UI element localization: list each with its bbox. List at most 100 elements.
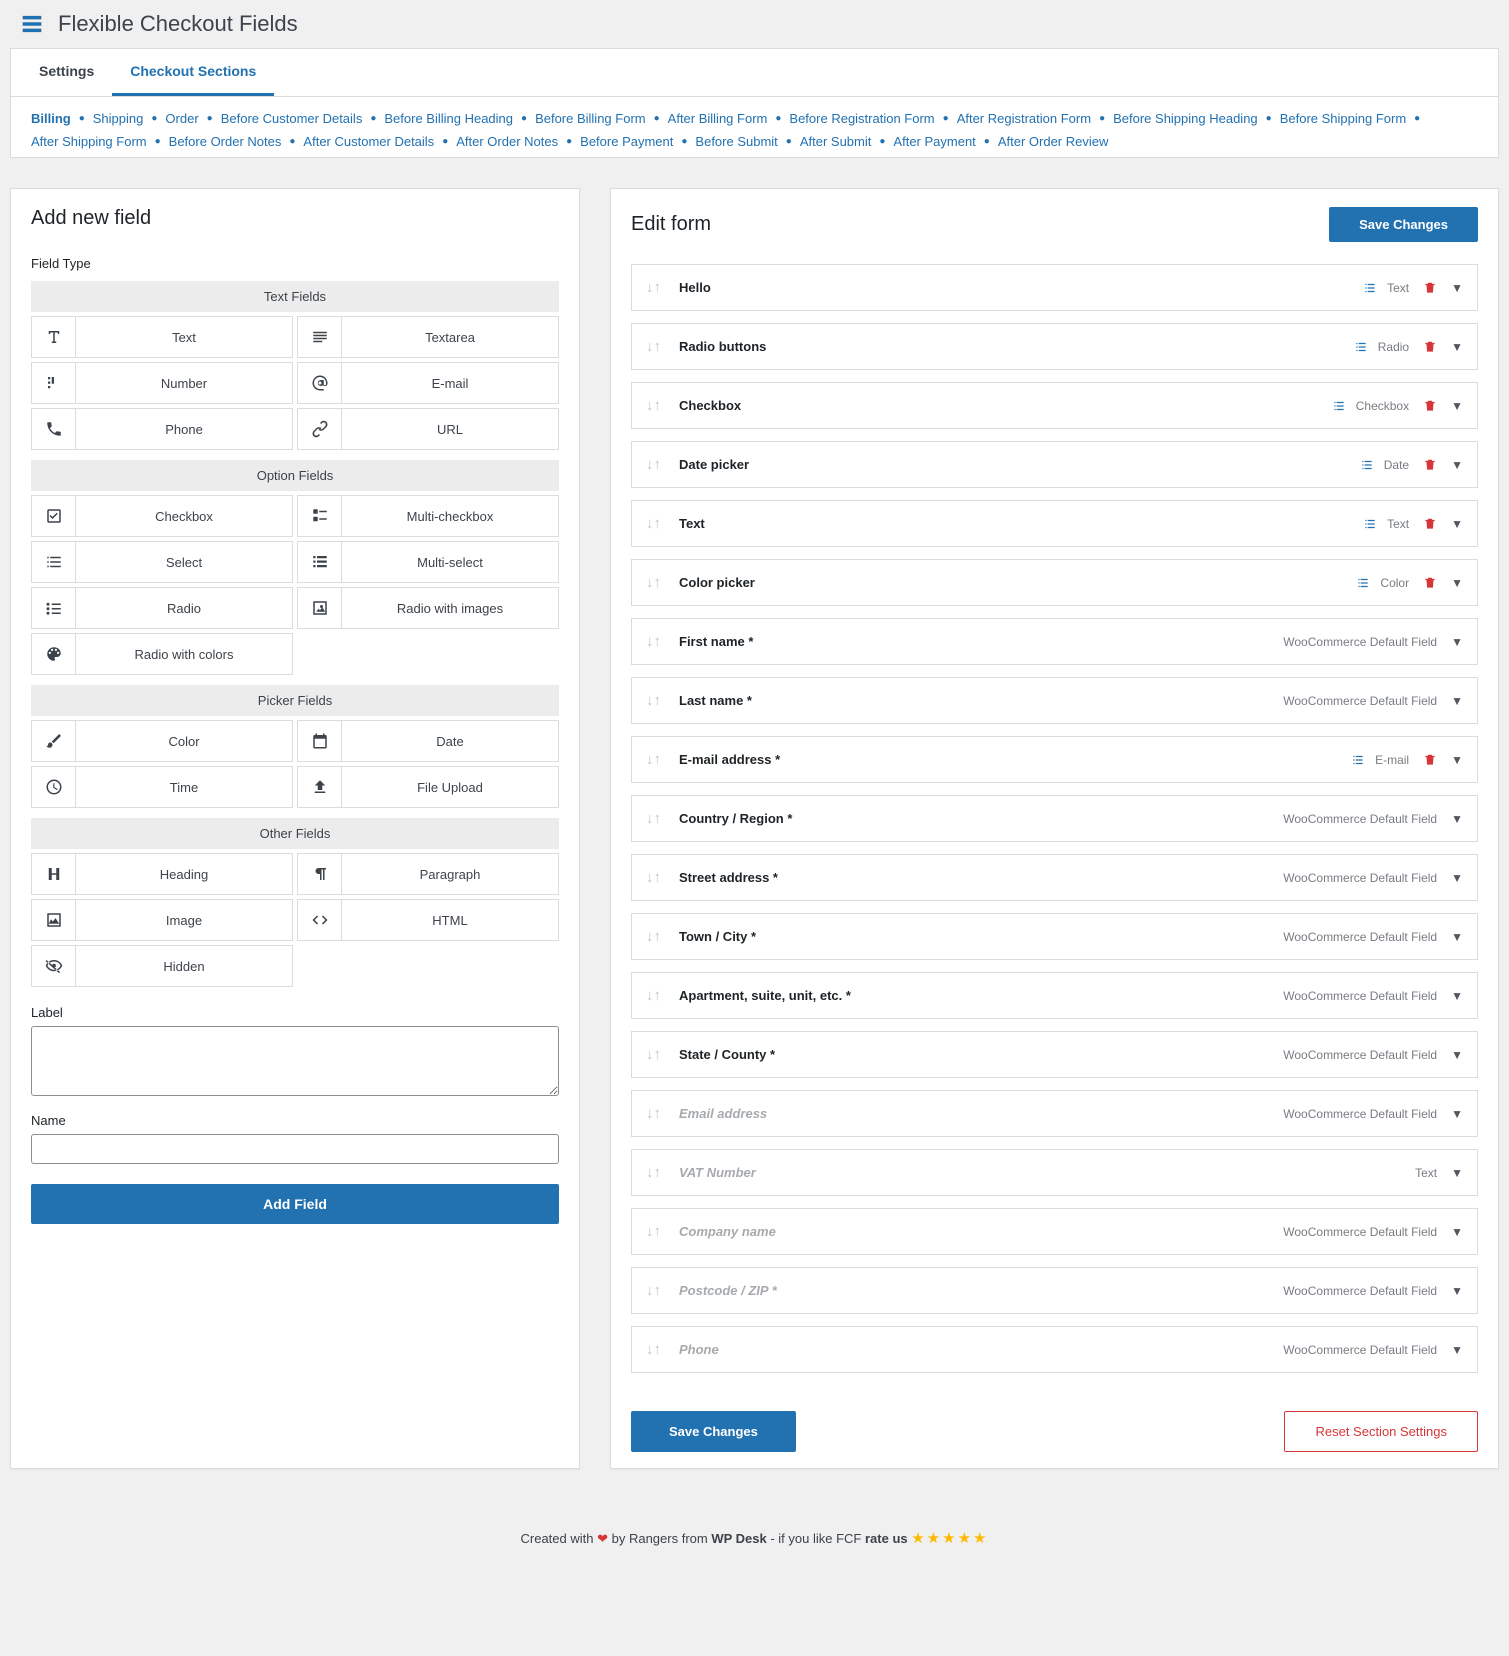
drag-handle-icon[interactable]: ↓↑ — [646, 338, 661, 355]
field-type-color[interactable]: Color — [31, 720, 293, 762]
drag-handle-icon[interactable]: ↓↑ — [646, 515, 661, 532]
field-row[interactable]: ↓↑Company nameWooCommerce Default Field▼ — [631, 1208, 1478, 1255]
field-type-email[interactable]: E-mail — [297, 362, 559, 404]
drag-handle-icon[interactable]: ↓↑ — [646, 1164, 661, 1181]
section-link-before-billing-heading[interactable]: Before Billing Heading — [384, 111, 513, 126]
label-input[interactable] — [31, 1026, 559, 1096]
section-link-after-billing-form[interactable]: After Billing Form — [668, 111, 768, 126]
section-link-after-customer-details[interactable]: After Customer Details — [303, 134, 434, 149]
field-type-paragraph[interactable]: Paragraph — [297, 853, 559, 895]
field-row[interactable]: ↓↑E-mail address *E-mail▼ — [631, 736, 1478, 783]
chevron-down-icon[interactable]: ▼ — [1451, 576, 1463, 590]
field-row[interactable]: ↓↑Radio buttonsRadio▼ — [631, 323, 1478, 370]
trash-icon[interactable] — [1423, 517, 1437, 531]
drag-handle-icon[interactable]: ↓↑ — [646, 1223, 661, 1240]
star-rating[interactable]: ★★★★★ — [911, 1530, 988, 1547]
drag-handle-icon[interactable]: ↓↑ — [646, 1046, 661, 1063]
field-row[interactable]: ↓↑Town / City *WooCommerce Default Field… — [631, 913, 1478, 960]
chevron-down-icon[interactable]: ▼ — [1451, 458, 1463, 472]
field-row[interactable]: ↓↑Color pickerColor▼ — [631, 559, 1478, 606]
tab-checkout-sections[interactable]: Checkout Sections — [112, 49, 274, 96]
field-type-radioimg[interactable]: Radio with images — [297, 587, 559, 629]
drag-handle-icon[interactable]: ↓↑ — [646, 574, 661, 591]
section-link-after-payment[interactable]: After Payment — [893, 134, 975, 149]
chevron-down-icon[interactable]: ▼ — [1451, 399, 1463, 413]
drag-handle-icon[interactable]: ↓↑ — [646, 633, 661, 650]
section-link-billing[interactable]: Billing — [31, 111, 71, 126]
section-link-shipping[interactable]: Shipping — [93, 111, 144, 126]
chevron-down-icon[interactable]: ▼ — [1451, 1343, 1463, 1357]
field-type-radiocolor[interactable]: Radio with colors — [31, 633, 293, 675]
field-type-checkbox[interactable]: Checkbox — [31, 495, 293, 537]
drag-handle-icon[interactable]: ↓↑ — [646, 279, 661, 296]
chevron-down-icon[interactable]: ▼ — [1451, 694, 1463, 708]
drag-handle-icon[interactable]: ↓↑ — [646, 1105, 661, 1122]
field-row[interactable]: ↓↑Last name *WooCommerce Default Field▼ — [631, 677, 1478, 724]
section-link-after-shipping-form[interactable]: After Shipping Form — [31, 134, 147, 149]
drag-handle-icon[interactable]: ↓↑ — [646, 456, 661, 473]
save-changes-button[interactable]: Save Changes — [631, 1411, 796, 1452]
section-link-before-payment[interactable]: Before Payment — [580, 134, 673, 149]
field-row[interactable]: ↓↑Country / Region *WooCommerce Default … — [631, 795, 1478, 842]
chevron-down-icon[interactable]: ▼ — [1451, 340, 1463, 354]
reset-section-button[interactable]: Reset Section Settings — [1284, 1411, 1478, 1452]
field-type-time[interactable]: Time — [31, 766, 293, 808]
field-type-date[interactable]: Date — [297, 720, 559, 762]
drag-handle-icon[interactable]: ↓↑ — [646, 751, 661, 768]
section-link-after-submit[interactable]: After Submit — [800, 134, 872, 149]
field-type-heading[interactable]: Heading — [31, 853, 293, 895]
chevron-down-icon[interactable]: ▼ — [1451, 989, 1463, 1003]
field-row[interactable]: ↓↑Street address *WooCommerce Default Fi… — [631, 854, 1478, 901]
trash-icon[interactable] — [1423, 753, 1437, 767]
field-row[interactable]: ↓↑HelloText▼ — [631, 264, 1478, 311]
tab-settings[interactable]: Settings — [21, 49, 112, 96]
section-link-before-customer-details[interactable]: Before Customer Details — [221, 111, 363, 126]
chevron-down-icon[interactable]: ▼ — [1451, 1225, 1463, 1239]
drag-handle-icon[interactable]: ↓↑ — [646, 810, 661, 827]
chevron-down-icon[interactable]: ▼ — [1451, 1284, 1463, 1298]
chevron-down-icon[interactable]: ▼ — [1451, 517, 1463, 531]
field-type-html[interactable]: HTML — [297, 899, 559, 941]
trash-icon[interactable] — [1423, 399, 1437, 413]
field-row[interactable]: ↓↑CheckboxCheckbox▼ — [631, 382, 1478, 429]
field-type-hidden[interactable]: Hidden — [31, 945, 293, 987]
trash-icon[interactable] — [1423, 576, 1437, 590]
section-link-order[interactable]: Order — [165, 111, 198, 126]
section-link-before-billing-form[interactable]: Before Billing Form — [535, 111, 646, 126]
chevron-down-icon[interactable]: ▼ — [1451, 635, 1463, 649]
field-type-radio[interactable]: Radio — [31, 587, 293, 629]
field-row[interactable]: ↓↑Email addressWooCommerce Default Field… — [631, 1090, 1478, 1137]
drag-handle-icon[interactable]: ↓↑ — [646, 928, 661, 945]
field-type-multicheckbox[interactable]: Multi-checkbox — [297, 495, 559, 537]
drag-handle-icon[interactable]: ↓↑ — [646, 692, 661, 709]
drag-handle-icon[interactable]: ↓↑ — [646, 869, 661, 886]
field-type-url[interactable]: URL — [297, 408, 559, 450]
section-link-before-shipping-form[interactable]: Before Shipping Form — [1280, 111, 1406, 126]
field-type-image[interactable]: Image — [31, 899, 293, 941]
section-link-before-registration-form[interactable]: Before Registration Form — [789, 111, 934, 126]
section-link-before-order-notes[interactable]: Before Order Notes — [169, 134, 282, 149]
field-type-phone[interactable]: Phone — [31, 408, 293, 450]
chevron-down-icon[interactable]: ▼ — [1451, 1107, 1463, 1121]
chevron-down-icon[interactable]: ▼ — [1451, 1048, 1463, 1062]
section-link-after-order-review[interactable]: After Order Review — [998, 134, 1109, 149]
section-link-after-order-notes[interactable]: After Order Notes — [456, 134, 558, 149]
save-changes-top-button[interactable]: Save Changes — [1329, 207, 1478, 242]
chevron-down-icon[interactable]: ▼ — [1451, 812, 1463, 826]
field-type-multiselect[interactable]: Multi-select — [297, 541, 559, 583]
field-row[interactable]: ↓↑First name *WooCommerce Default Field▼ — [631, 618, 1478, 665]
field-row[interactable]: ↓↑State / County *WooCommerce Default Fi… — [631, 1031, 1478, 1078]
field-type-textarea[interactable]: Textarea — [297, 316, 559, 358]
field-type-number[interactable]: Number — [31, 362, 293, 404]
trash-icon[interactable] — [1423, 458, 1437, 472]
trash-icon[interactable] — [1423, 281, 1437, 295]
field-row[interactable]: ↓↑Postcode / ZIP *WooCommerce Default Fi… — [631, 1267, 1478, 1314]
drag-handle-icon[interactable]: ↓↑ — [646, 397, 661, 414]
field-row[interactable]: ↓↑Apartment, suite, unit, etc. *WooComme… — [631, 972, 1478, 1019]
trash-icon[interactable] — [1423, 340, 1437, 354]
chevron-down-icon[interactable]: ▼ — [1451, 1166, 1463, 1180]
chevron-down-icon[interactable]: ▼ — [1451, 753, 1463, 767]
chevron-down-icon[interactable]: ▼ — [1451, 281, 1463, 295]
drag-handle-icon[interactable]: ↓↑ — [646, 1341, 661, 1358]
drag-handle-icon[interactable]: ↓↑ — [646, 1282, 661, 1299]
